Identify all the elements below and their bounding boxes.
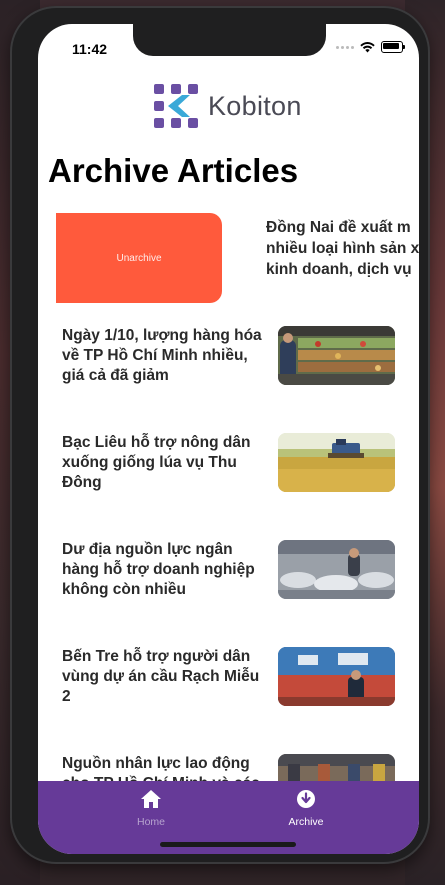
article-title: Bạc Liêu hỗ trợ nông dân xuống giống lúa… bbox=[62, 434, 251, 491]
tab-archive-label: Archive bbox=[288, 816, 324, 828]
app-screen: 11:42 Kobiton Archive Articles Unarchive… bbox=[38, 24, 419, 854]
article-row[interactable]: Dư địa nguồn lực ngân hàng hỗ trợ doanh … bbox=[62, 540, 396, 602]
wifi-icon bbox=[360, 41, 375, 52]
swiped-article-row[interactable]: Unarchive Đồng Nai đề xuất m nhiều loại … bbox=[56, 213, 419, 303]
logo-text: Kobiton bbox=[208, 90, 302, 121]
article-title: Bến Tre hỗ trợ người dân vùng dự án cầu … bbox=[62, 648, 260, 705]
status-icons bbox=[336, 41, 405, 53]
kobiton-logo: Kobiton bbox=[152, 82, 302, 130]
home-indicator bbox=[160, 842, 296, 847]
swiped-article-title: Đồng Nai đề xuất m nhiều loại hình sản x… bbox=[266, 217, 419, 280]
tab-archive[interactable]: Archive bbox=[266, 789, 346, 828]
article-title: Ngày 1/10, lượng hàng hóa về TP Hồ Chí M… bbox=[62, 327, 262, 384]
article-row[interactable]: Ngày 1/10, lượng hàng hóa về TP Hồ Chí M… bbox=[62, 326, 396, 388]
article-row[interactable]: Bến Tre hỗ trợ người dân vùng dự án cầu … bbox=[62, 647, 396, 709]
battery-icon bbox=[381, 41, 405, 53]
unarchive-button[interactable]: Unarchive bbox=[56, 213, 222, 303]
tab-home[interactable]: Home bbox=[111, 789, 191, 828]
article-title: Dư địa nguồn lực ngân hàng hỗ trợ doanh … bbox=[62, 541, 255, 598]
swiped-article-line: Đồng Nai đề xuất m bbox=[266, 219, 411, 236]
page-title: Archive Articles bbox=[48, 152, 299, 189]
swiped-article-line: nhiều loại hình sản x bbox=[266, 240, 419, 257]
phone-frame: 11:42 Kobiton Archive Articles Unarchive… bbox=[10, 6, 430, 864]
archive-download-icon bbox=[297, 790, 315, 808]
swiped-article-line: kinh doanh, dịch vụ bbox=[266, 261, 412, 278]
meeting-photo-thumbnail bbox=[278, 647, 395, 706]
status-time: 11:42 bbox=[72, 41, 108, 57]
device-notch bbox=[133, 24, 326, 56]
tab-home-label: Home bbox=[136, 816, 165, 828]
signal-icon bbox=[336, 45, 354, 49]
kobiton-logo-icon bbox=[154, 84, 198, 128]
home-icon bbox=[141, 790, 161, 808]
market-photo-thumbnail bbox=[278, 326, 395, 385]
factory-photo-thumbnail bbox=[278, 540, 395, 599]
article-row[interactable]: Bạc Liêu hỗ trợ nông dân xuống giống lúa… bbox=[62, 433, 396, 495]
rice-field-photo-thumbnail bbox=[278, 433, 395, 492]
